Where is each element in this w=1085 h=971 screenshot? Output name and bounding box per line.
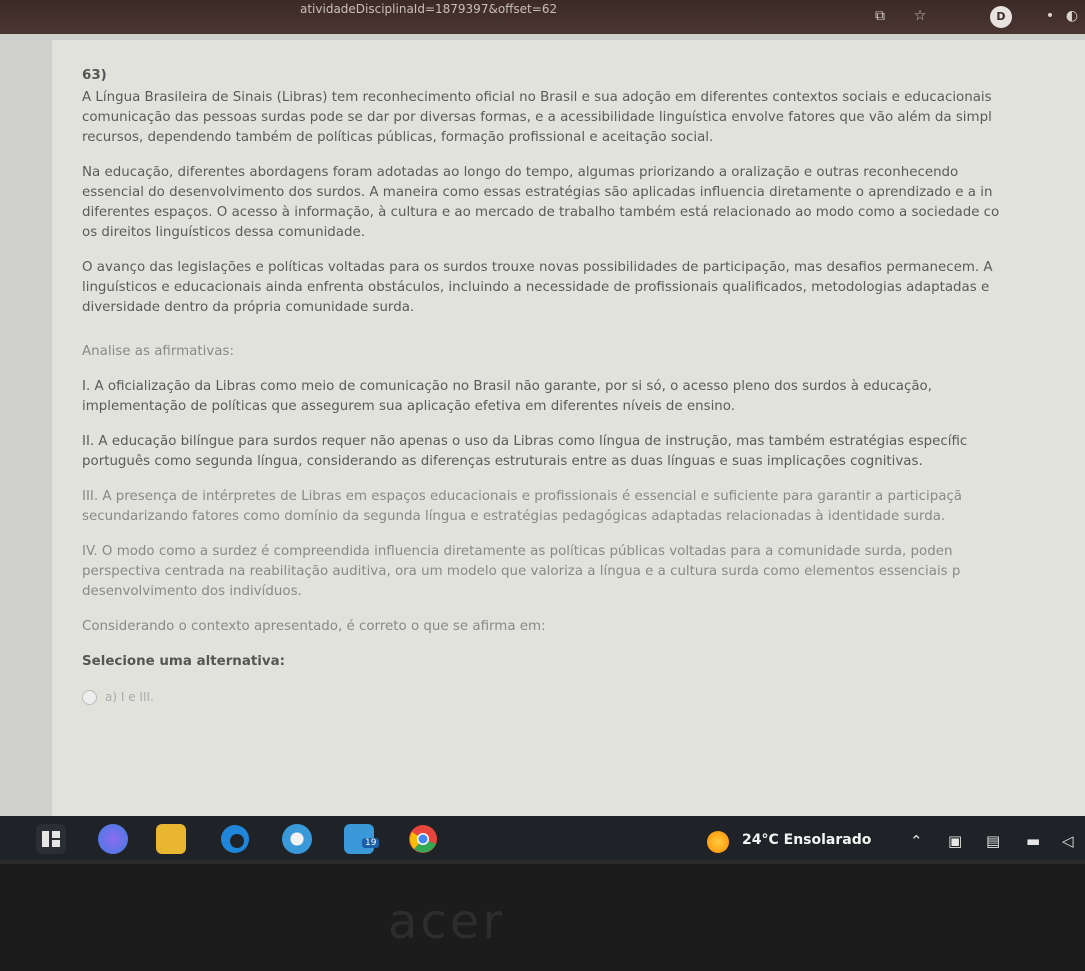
laptop-bezel: acer	[0, 864, 1085, 971]
translate-icon[interactable]: ⧉	[870, 6, 890, 26]
chevron-up-icon[interactable]: ⌃	[910, 832, 923, 850]
acer-logo: acer	[388, 894, 506, 950]
radio-button[interactable]	[82, 689, 97, 705]
file-explorer-icon[interactable]	[156, 824, 186, 854]
mail-icon[interactable]: 19	[344, 824, 380, 854]
battery-icon[interactable]: ▬	[1026, 832, 1040, 850]
question-page: 63) A Língua Brasileira de Sinais (Libra…	[52, 40, 1085, 816]
context-paragraph-2: Na educação, diferentes abordagens foram…	[82, 165, 1000, 240]
question-instruction: Considerando o contexto apresentado, é c…	[82, 619, 546, 634]
context-paragraph-1: A Língua Brasileira de Sinais (Libras) t…	[82, 90, 992, 145]
statement-2: II. A educação bilíngue para surdos requ…	[82, 434, 968, 469]
mail-badge: 19	[362, 838, 380, 848]
tray-network-icon[interactable]: ▤	[986, 832, 1000, 850]
option-a-label: a) I e III.	[105, 690, 154, 704]
windows-taskbar: 19 24°C Ensolarado ⌃ ▣ ▤ ▬ ◁	[0, 816, 1085, 860]
option-a[interactable]: a) I e III.	[82, 687, 1085, 707]
browser-toolbar: atividadeDisciplinaId=1879397&offset=62 …	[0, 0, 1085, 34]
statement-3: III. A presença de intérpretes de Libras…	[82, 489, 962, 524]
statement-1: I. A oficialização da Libras como meio d…	[82, 379, 932, 414]
chrome-app-icon[interactable]	[282, 824, 312, 854]
tray-app-icon[interactable]: ▣	[948, 832, 962, 850]
task-view-icon[interactable]	[36, 824, 66, 854]
question-number: 63)	[82, 68, 107, 83]
statements-prompt: Analise as afirmativas:	[82, 344, 234, 359]
weather-sun-icon[interactable]	[707, 831, 729, 853]
bookmark-star-icon[interactable]: ☆	[910, 6, 930, 26]
extension-icon[interactable]: ◐	[1062, 6, 1082, 26]
address-bar[interactable]: atividadeDisciplinaId=1879397&offset=62	[300, 2, 557, 16]
copilot-icon[interactable]	[98, 824, 128, 854]
screen: atividadeDisciplinaId=1879397&offset=62 …	[0, 0, 1085, 860]
statement-4: IV. O modo como a surdez é compreendida …	[82, 544, 961, 599]
weather-widget[interactable]: 24°C Ensolarado	[742, 832, 871, 848]
chrome-browser-icon[interactable]	[408, 824, 438, 854]
menu-dots-icon[interactable]: •	[1040, 6, 1060, 26]
edge-browser-icon[interactable]	[220, 824, 250, 854]
context-paragraph-3: O avanço das legislações e políticas vol…	[82, 260, 993, 315]
select-alternative-label: Selecione uma alternativa:	[82, 654, 285, 669]
question-content: 63) A Língua Brasileira de Sinais (Libra…	[82, 66, 1085, 707]
profile-avatar[interactable]: D	[990, 6, 1012, 28]
volume-icon[interactable]: ◁	[1062, 832, 1074, 850]
